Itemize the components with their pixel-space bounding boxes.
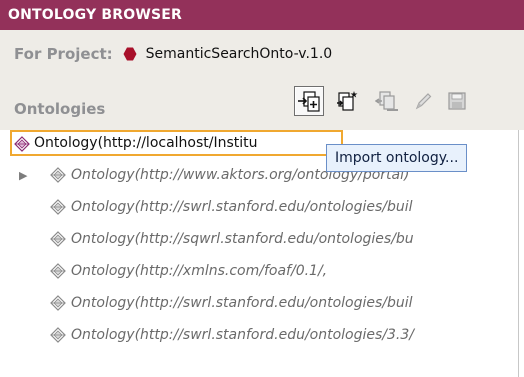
project-name: SemanticSearchOnto-v.1.0 (145, 46, 333, 62)
tree-item[interactable]: Ontology(http://sqwrl.stanford.edu/ontol… (0, 224, 524, 254)
ontology-diamond-icon (50, 231, 66, 247)
panel-title: ONTOLOGY BROWSER (0, 0, 524, 30)
remove-icon (375, 91, 398, 111)
project-label: For Project: (14, 45, 113, 63)
tree-item-label: Ontology(http://sqwrl.stanford.edu/ontol… (71, 231, 414, 247)
tree-root-item[interactable]: Ontology(http://localhost/Institu (10, 130, 343, 156)
ontology-diamond-icon (50, 263, 66, 279)
tree-item-label: Ontology(http://swrl.stanford.edu/ontolo… (71, 327, 415, 343)
import-ontology-button[interactable] (294, 86, 324, 116)
ontology-diamond-icon (50, 327, 66, 343)
edit-ontology-button[interactable] (408, 86, 438, 116)
save-ontology-button[interactable] (442, 86, 472, 116)
import-icon (298, 91, 320, 112)
new-ontology-icon (337, 91, 358, 111)
edit-pencil-icon (415, 93, 432, 110)
ontology-diamond-icon (50, 167, 66, 183)
ontology-diamond-icon (50, 295, 66, 311)
import-ontology-tooltip: Import ontology... (326, 144, 468, 172)
ontologies-header: Ontologies (0, 78, 524, 130)
tree-item-label: Ontology(http://swrl.stanford.edu/ontolo… (71, 295, 413, 311)
panel-right-edge (518, 130, 524, 377)
ontology-diamond-icon (50, 199, 66, 215)
create-ontology-button[interactable] (332, 86, 362, 116)
tree-item[interactable]: Ontology(http://swrl.stanford.edu/ontolo… (0, 320, 524, 350)
ontologies-label: Ontologies (14, 100, 106, 118)
tree-item[interactable]: Ontology(http://swrl.stanford.edu/ontolo… (0, 288, 524, 318)
remove-ontology-button[interactable] (372, 86, 402, 116)
tree-item[interactable]: Ontology(http://xmlns.com/foaf/0.1/, (0, 256, 524, 286)
tree-item-label: Ontology(http://xmlns.com/foaf/0.1/, (71, 263, 328, 279)
tree-item[interactable]: Ontology(http://swrl.stanford.edu/ontolo… (0, 192, 524, 222)
project-hexagon-icon (123, 47, 137, 61)
project-row: For Project: SemanticSearchOnto-v.1.0 (0, 30, 524, 78)
save-icon (448, 92, 466, 110)
tree-item-label: Ontology(http://swrl.stanford.edu/ontolo… (71, 199, 413, 215)
expand-arrow-icon[interactable]: ▶ (19, 169, 27, 182)
tree-root-label: Ontology(http://localhost/Institu (34, 135, 258, 151)
ontology-diamond-icon (14, 136, 30, 152)
